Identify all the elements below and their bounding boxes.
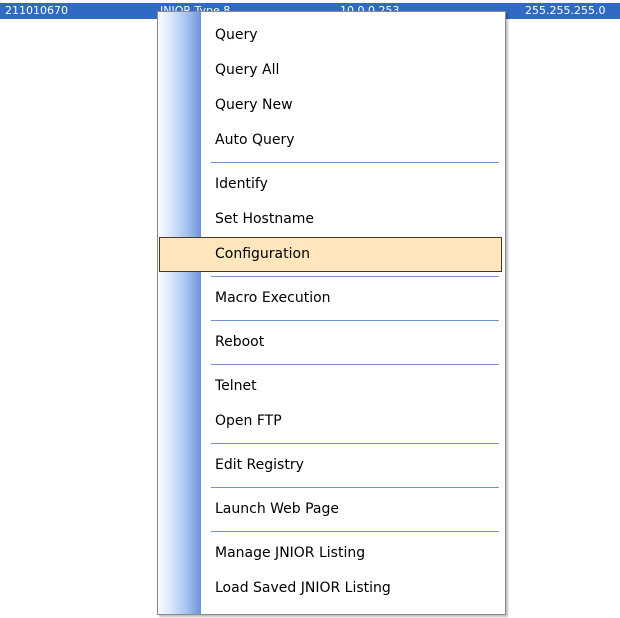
menu-item-label: Load Saved JNIOR Listing: [215, 580, 391, 596]
menu-item-query[interactable]: Query: [158, 18, 505, 53]
menu-item-label: Open FTP: [215, 413, 282, 429]
menu-item-set-hostname[interactable]: Set Hostname: [158, 202, 505, 237]
menu-separator: [158, 483, 505, 492]
menu-separator: [158, 360, 505, 369]
menu-item-label: Launch Web Page: [215, 501, 340, 517]
menu-item-label: Manage JNIOR Listing: [215, 545, 366, 561]
menu-item-auto-query[interactable]: Auto Query: [158, 123, 505, 158]
menu-item-label: Identify: [215, 176, 268, 192]
row-mask-cell: 255.255.255.0: [525, 4, 606, 17]
menu-item-label: Edit Registry: [215, 457, 304, 473]
menu-item-telnet[interactable]: Telnet: [158, 369, 505, 404]
menu-item-label: Query All: [215, 62, 280, 78]
menu-item-query-all[interactable]: Query All: [158, 53, 505, 88]
menu-item-reboot[interactable]: Reboot: [158, 325, 505, 360]
menu-item-label: Query New: [215, 97, 293, 113]
menu-item-label: Configuration: [215, 246, 310, 262]
menu-item-label: Set Hostname: [215, 211, 315, 227]
menu-item-macro-execution[interactable]: Macro Execution: [158, 281, 505, 316]
menu-separator: [158, 439, 505, 448]
row-serial-cell: 211010670: [5, 4, 68, 17]
screen: 211010670 JNIOR Type 8... 10.0.0.253 255…: [0, 0, 620, 618]
menu-item-load-saved-jnior-listing[interactable]: Load Saved JNIOR Listing: [158, 571, 505, 606]
menu-separator: [158, 272, 505, 281]
menu-item-label: Macro Execution: [215, 290, 331, 306]
menu-item-label: Query: [215, 27, 258, 43]
menu-item-edit-registry[interactable]: Edit Registry: [158, 448, 505, 483]
menu-separator: [158, 316, 505, 325]
menu-separator: [158, 158, 505, 167]
menu-item-label: Telnet: [215, 378, 257, 394]
menu-item-manage-jnior-listing[interactable]: Manage JNIOR Listing: [158, 536, 505, 571]
menu-separator: [158, 527, 505, 536]
menu-item-open-ftp[interactable]: Open FTP: [158, 404, 505, 439]
context-menu: Query Query All Query New Auto Query Ide…: [157, 11, 506, 615]
menu-item-launch-web-page[interactable]: Launch Web Page: [158, 492, 505, 527]
menu-item-identify[interactable]: Identify: [158, 167, 505, 202]
menu-item-query-new[interactable]: Query New: [158, 88, 505, 123]
menu-item-label: Reboot: [215, 334, 265, 350]
menu-item-configuration[interactable]: Configuration: [159, 237, 502, 272]
menu-list: Query Query All Query New Auto Query Ide…: [158, 18, 505, 606]
menu-item-label: Auto Query: [215, 132, 295, 148]
